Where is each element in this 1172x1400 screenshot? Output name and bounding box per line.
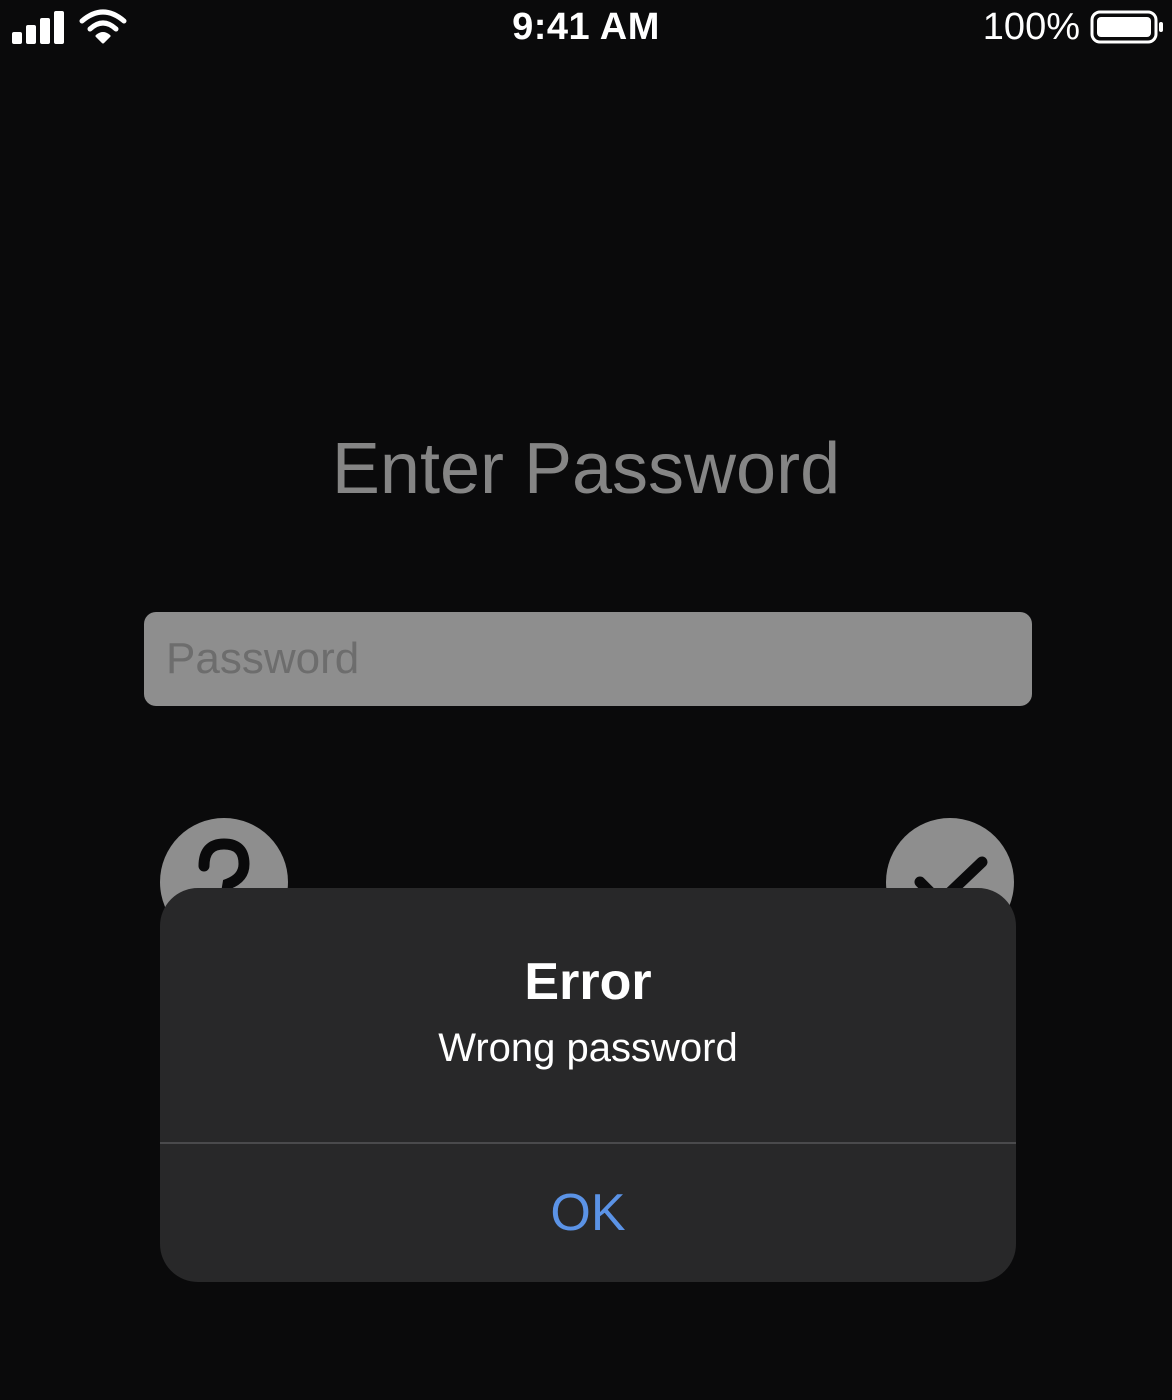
password-input[interactable] [144,612,1032,706]
alert-message: Wrong password [438,1026,738,1070]
error-alert: Error Wrong password OK [160,888,1016,1282]
status-bar: 9:41 AM 100% [0,0,1172,56]
battery-icon [1090,10,1164,44]
battery-percent: 100% [982,6,1080,48]
page-title: Enter Password [331,429,841,509]
alert-title: Error [524,953,652,1011]
ok-button[interactable]: OK [160,1144,1016,1282]
